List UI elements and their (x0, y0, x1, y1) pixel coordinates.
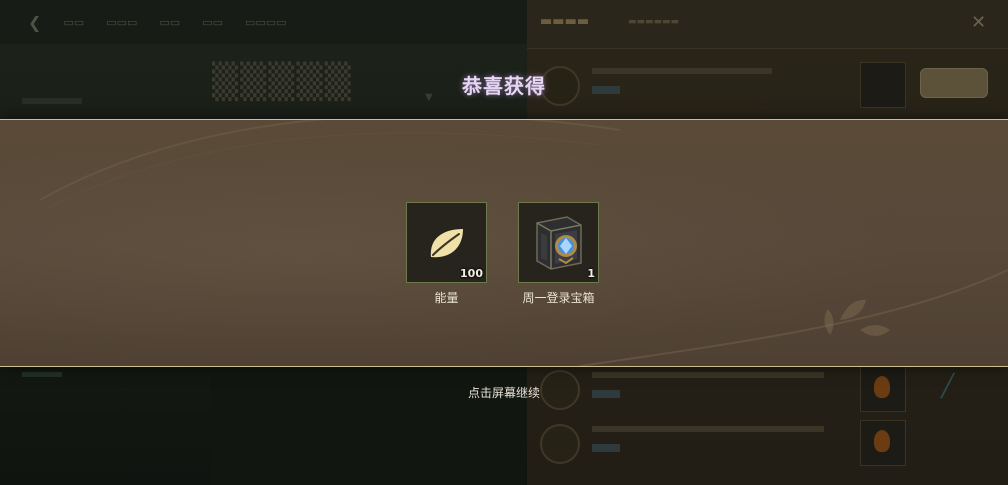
background-nav-item: ▭▭▭▭ (244, 15, 287, 29)
background-nav-item: ▭▭▭ (106, 15, 138, 29)
background-nav-item: ▭▭ (159, 15, 181, 29)
reward-band: 100 能量 1 周一登录宝箱 (0, 119, 1008, 367)
reward-slot: 1 (518, 202, 599, 283)
flame-icon (874, 430, 890, 452)
reward-list: 100 能量 1 周一登录宝箱 (405, 202, 600, 322)
reward-name: 周一登录宝箱 (522, 291, 595, 305)
close-icon: ✕ (971, 12, 987, 33)
medal-icon (540, 424, 580, 464)
reward-popup-title: 恭喜获得 (462, 74, 546, 98)
tap-to-continue-hint[interactable]: 点击屏幕继续 (0, 384, 1008, 401)
background-nav-item: ▭▭ (202, 15, 223, 29)
background-nav-item: ▭▭ (63, 15, 85, 29)
background-panel-header (527, 0, 1008, 49)
background-label (22, 372, 62, 377)
background-panel-title: ▬▬▬▬ (540, 14, 590, 29)
background-panel-subtitle: ▬▬▬▬▬▬ (628, 17, 680, 27)
back-arrow-icon: ❮ (28, 12, 42, 32)
reward-quantity: 100 (460, 267, 483, 280)
reward-item-monday-login-chest[interactable]: 1 周一登录宝箱 (517, 202, 600, 322)
background-top-nav: ❮ ▭▭ ▭▭▭ ▭▭ ▭▭ ▭▭▭▭ (0, 0, 527, 44)
reward-slot: 100 (406, 202, 487, 283)
reward-item-energy[interactable]: 100 能量 (405, 202, 488, 322)
reward-quantity: 1 (587, 267, 595, 280)
background-task-row (536, 418, 996, 470)
reward-name: 能量 (434, 291, 459, 305)
